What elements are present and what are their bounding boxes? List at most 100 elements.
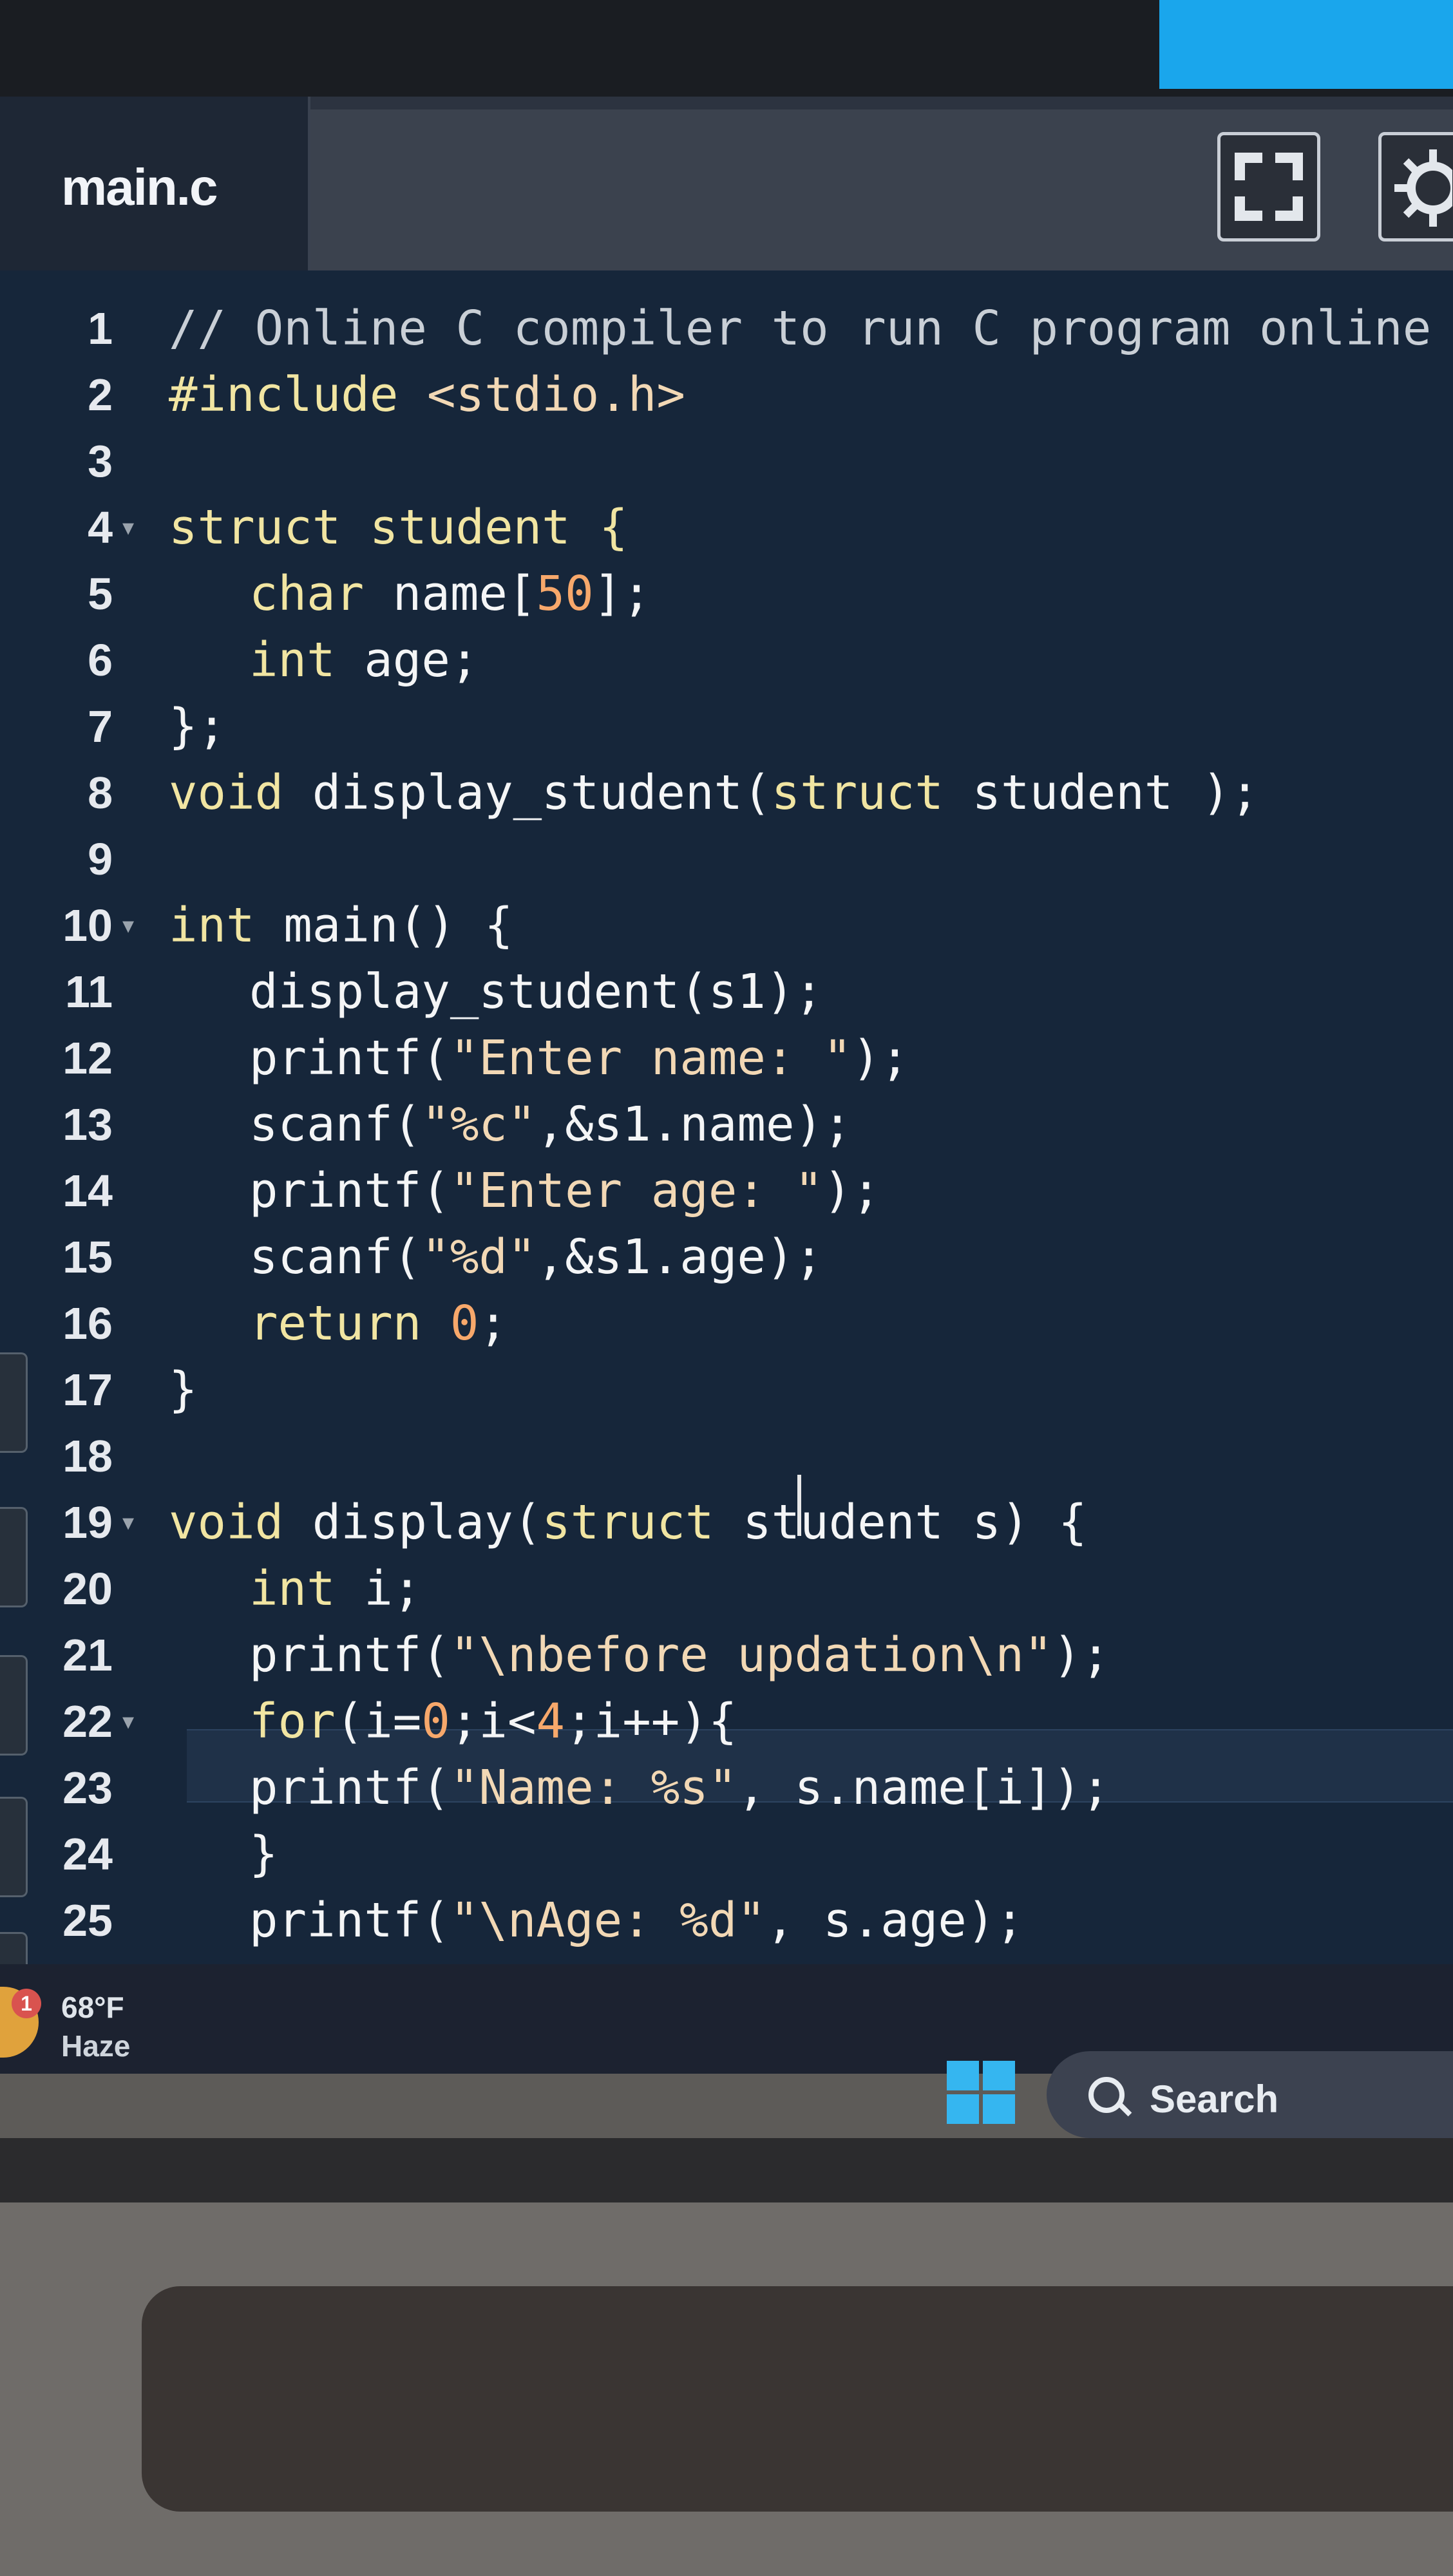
weather-description[interactable]: Haze [61, 2029, 130, 2063]
code-text: printf("Enter name: "); [249, 1026, 909, 1090]
code-token: char [249, 566, 393, 621]
code-line[interactable]: 13 scanf("%c",&s1.name); [0, 1092, 1453, 1157]
code-token: void [169, 1495, 312, 1550]
code-token: student s) { [743, 1495, 1087, 1550]
code-token: printf( [249, 1163, 450, 1218]
code-text: } [169, 1358, 198, 1422]
code-token: printf( [249, 1030, 450, 1086]
fullscreen-icon [1235, 153, 1303, 221]
search-icon [1088, 2077, 1125, 2113]
code-line[interactable]: 20 int i; [0, 1557, 1453, 1621]
code-line[interactable]: 24} [0, 1822, 1453, 1886]
code-token: "Enter name: " [450, 1030, 852, 1086]
fold-toggle-icon[interactable]: ▾ [122, 1689, 134, 1754]
code-token: "%c" [421, 1097, 537, 1152]
run-button[interactable] [1159, 0, 1453, 89]
line-number: 14 [62, 1166, 113, 1216]
code-line[interactable]: 14 printf("Enter age: "); [0, 1159, 1453, 1223]
code-token: (i= [335, 1694, 422, 1749]
sidebar-tab[interactable] [0, 1655, 28, 1756]
code-token: return [249, 1296, 450, 1351]
code-editor[interactable]: 1 // Online C compiler to run C program o… [0, 270, 1453, 2074]
code-line[interactable]: 8 void display_student(struct student ); [0, 761, 1453, 825]
code-line[interactable]: 17} [0, 1358, 1453, 1422]
fullscreen-button[interactable] [1217, 132, 1320, 242]
code-token: main() { [283, 898, 513, 953]
code-token: printf( [249, 1760, 450, 1815]
code-line[interactable]: 9 [0, 827, 1453, 891]
screen: main.c 1// Online C compiler to run C pr… [0, 97, 1453, 2074]
code-token: int [249, 1561, 365, 1616]
line-number: 12 [62, 1033, 113, 1083]
fold-toggle-icon[interactable]: ▾ [122, 1490, 134, 1555]
line-number: 2 [88, 370, 113, 420]
code-text: printf("\nbefore updation\n"); [249, 1623, 1110, 1687]
code-text: scanf("%d",&s1.age); [249, 1225, 823, 1289]
tab-main-c[interactable]: main.c [0, 97, 310, 270]
sidebar-tab[interactable] [0, 1352, 28, 1453]
code-text: }; [169, 694, 226, 759]
code-line[interactable]: 25 printf("\nAge: %d", s.age); [0, 1888, 1453, 1953]
code-token: } [249, 1826, 278, 1882]
code-line[interactable]: 16 return 0; [0, 1291, 1453, 1356]
code-line[interactable]: 22 ▾ for(i=0;i<4;i++){ [0, 1689, 1453, 1754]
line-number: 8 [88, 768, 113, 818]
code-token: for [249, 1694, 336, 1749]
code-token: "%d" [421, 1229, 537, 1285]
line-number: 7 [88, 701, 113, 752]
code-line[interactable]: 4 ▾ struct student { [0, 495, 1453, 560]
code-token: struct [542, 1495, 743, 1550]
code-line[interactable]: 3 [0, 429, 1453, 493]
code-text: display_student(s1); [249, 960, 823, 1024]
code-token: 4 [536, 1694, 565, 1749]
code-token: "\nbefore updation\n" [450, 1627, 1053, 1683]
line-number: 4 [88, 502, 113, 553]
fold-toggle-icon[interactable]: ▾ [122, 495, 134, 560]
code-line[interactable]: 23 printf("Name: %s", s.name[i]); [0, 1756, 1453, 1820]
weather-temperature[interactable]: 68°F [61, 1990, 124, 2025]
code-token: ]; [593, 566, 651, 621]
code-line[interactable]: 15 scanf("%d",&s1.age); [0, 1225, 1453, 1289]
code-token: display_student( [312, 765, 772, 820]
code-text: void display_student(struct student ); [169, 761, 1259, 825]
settings-button[interactable] [1378, 132, 1453, 242]
code-token: student ); [972, 765, 1259, 820]
code-token: int [169, 898, 284, 953]
code-token: scanf( [249, 1097, 422, 1152]
line-number: 11 [65, 967, 113, 1017]
sidebar-tab[interactable] [0, 1797, 28, 1897]
code-line[interactable]: 5 char name[50]; [0, 562, 1453, 626]
code-text: scanf("%c",&s1.name); [249, 1092, 852, 1157]
code-line[interactable]: 11 display_student(s1); [0, 960, 1453, 1024]
sidebar-tab[interactable] [0, 1507, 28, 1607]
code-token: , s.age); [765, 1893, 1024, 1948]
code-token: name[ [392, 566, 537, 621]
code-line[interactable]: 19 ▾ void display(struct student s) { [0, 1490, 1453, 1555]
code-token: display( [312, 1495, 542, 1550]
line-number: 15 [62, 1232, 113, 1282]
code-line[interactable]: 1 // Online C compiler to run C program o… [0, 296, 1453, 361]
code-line[interactable]: 7}; [0, 694, 1453, 759]
code-line[interactable]: 10 ▾ int main() { [0, 893, 1453, 958]
code-text: int age; [249, 628, 479, 692]
code-token: ); [823, 1163, 881, 1218]
code-text: int i; [249, 1557, 421, 1621]
code-text: printf("Enter age: "); [249, 1159, 880, 1223]
code-token: ); [851, 1030, 909, 1086]
code-line[interactable]: 12 printf("Enter name: "); [0, 1026, 1453, 1090]
line-number: 10 [62, 900, 113, 951]
code-text: return 0; [249, 1291, 508, 1356]
fold-toggle-icon[interactable]: ▾ [122, 893, 134, 958]
code-token: struct student { [169, 500, 628, 555]
code-token: display_student(s1); [249, 964, 824, 1019]
code-token: void [169, 765, 312, 820]
laptop-bezel [0, 2138, 1453, 2202]
line-number: 5 [88, 569, 113, 619]
code-line[interactable]: 6 int age; [0, 628, 1453, 692]
code-line[interactable]: 21 printf("\nbefore updation\n"); [0, 1623, 1453, 1687]
code-line[interactable]: 2 #include <stdio.h> [0, 363, 1453, 427]
code-token: int [249, 632, 365, 688]
code-token: 0 [450, 1296, 479, 1351]
windows-start-icon[interactable] [947, 2061, 1016, 2125]
code-line[interactable]: 18 [0, 1424, 1453, 1488]
